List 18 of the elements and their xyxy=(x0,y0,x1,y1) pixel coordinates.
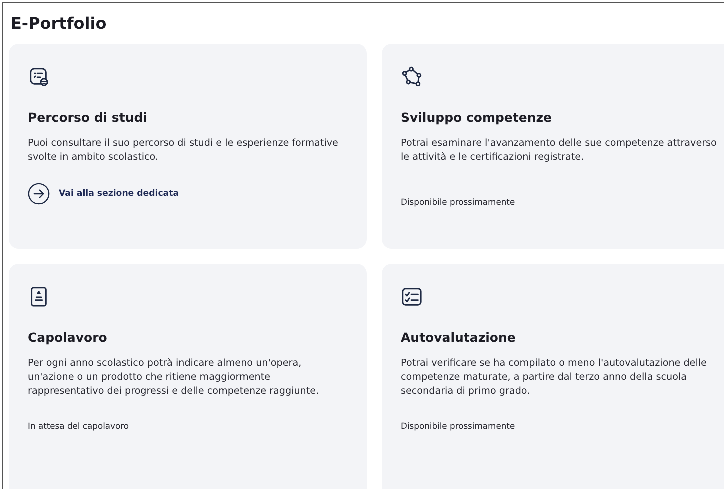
status-text: In attesa del capolavoro xyxy=(28,421,130,431)
card-description: Puoi consultare il suo percorso di studi e le esperienze formative svolte in ambito scolastico. xyxy=(28,137,340,165)
document-icon xyxy=(28,66,50,88)
page-title: E-Portfolio xyxy=(10,13,108,35)
status-text: Disponibile prossimamente xyxy=(401,197,516,207)
status-text: Disponibile prossimamente xyxy=(401,421,516,431)
card-description: Per ogni anno scolastico potrà indicare almeno un'opera, un'azione o un prodotto che ritiene maggiormente rappresentativo dei progressi e delle competenze raggiunte. xyxy=(28,357,320,399)
card-title: Percorso di studi xyxy=(28,110,148,125)
network-icon xyxy=(401,66,423,88)
card-description: Potrai esaminare l'avanzamento delle sue competenze attraverso le attività e le certificazioni registrate. xyxy=(401,137,718,165)
card-title: Capolavoro xyxy=(28,330,108,345)
card-title: Sviluppo competenze xyxy=(401,110,554,125)
card-description: Potrai verificare se ha compilato o meno l'autovalutazione delle competenze maturate, a partire dal terzo anno della scuola secondaria di primo grado. xyxy=(401,357,708,399)
section-link[interactable]: Vai alla sezione dedicata xyxy=(59,189,180,199)
arrow-circle-icon[interactable] xyxy=(28,183,50,205)
card-title: Autovalutazione xyxy=(401,330,517,345)
checklist-icon xyxy=(401,286,423,308)
award-icon xyxy=(28,286,50,308)
